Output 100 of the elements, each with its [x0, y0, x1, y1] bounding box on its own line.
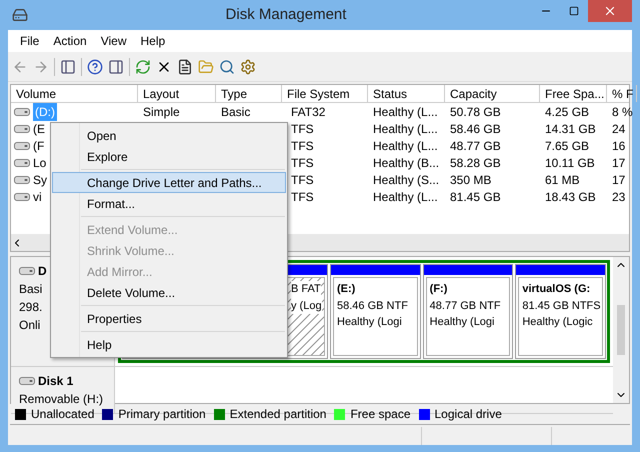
- table-cell-text: Healthy (S...: [373, 172, 440, 188]
- partition-title: (E:): [337, 282, 356, 297]
- drive-icon: [14, 140, 30, 150]
- legend-label: Logical drive: [434, 406, 502, 423]
- partition-detail: y (Log: [291, 298, 322, 314]
- table-cell-text: 4.25 GB: [545, 104, 590, 120]
- table-cell-text: Healthy (B...: [373, 154, 440, 172]
- table-cell-text: 24: [612, 120, 626, 138]
- table-cell-text: Lo: [33, 154, 46, 172]
- table-cell-text: 23: [612, 188, 626, 206]
- disk-name: Disk 1: [38, 373, 74, 390]
- action-pane-icon[interactable]: [108, 58, 124, 74]
- menu-item[interactable]: File: [14, 32, 46, 50]
- table-cell-text: 50.78 GB: [450, 104, 501, 120]
- table-cell: (D:): [33, 102, 57, 120]
- column-header[interactable]: Free Spa...: [540, 85, 607, 102]
- disk-detail: Removable (H:): [19, 391, 104, 408]
- menu-option[interactable]: Properties: [52, 308, 286, 329]
- menu-option[interactable]: Format...: [52, 193, 286, 214]
- table-cell-text: 7.65 GB: [545, 138, 590, 154]
- table-cell-text: Healthy (L...: [373, 104, 438, 120]
- table-cell-text: Simple: [143, 104, 180, 120]
- column-header[interactable]: File System: [282, 85, 368, 102]
- disk-name: D: [38, 263, 47, 280]
- maximize-icon: [569, 6, 579, 16]
- properties-icon[interactable]: [177, 58, 193, 74]
- partition-detail: Healthy (Logi: [337, 314, 402, 330]
- column-header[interactable]: Status: [368, 85, 445, 102]
- window-title: Disk Management: [224, 4, 348, 25]
- disk-detail: Basi: [19, 281, 42, 298]
- partition-detail: B FAT: [291, 281, 321, 298]
- refresh-icon[interactable]: [135, 58, 151, 74]
- drive-icon: [14, 192, 30, 202]
- search-icon[interactable]: [219, 58, 235, 74]
- table-cell-text: TFS: [291, 138, 314, 154]
- table-cell-text: vi: [33, 188, 42, 206]
- column-header[interactable]: Volume: [11, 85, 138, 102]
- table-cell-text: 17: [612, 154, 626, 172]
- partition-block[interactable]: (E:) 58.46 GB NTF Healthy (Logi: [330, 264, 421, 359]
- partition-block[interactable]: (F:) 48.77 GB NTF Healthy (Logi: [422, 264, 514, 359]
- disk-detail: Onli: [19, 317, 40, 334]
- vertical-scrollbar[interactable]: [613, 257, 629, 403]
- drive-icon: [19, 266, 35, 276]
- drive-icon: [14, 106, 30, 116]
- scrollbar-thumb[interactable]: [617, 305, 625, 355]
- table-cell-text: 81.45 GB: [450, 188, 501, 206]
- table-cell-text: 10.11 GB: [545, 154, 595, 172]
- table-cell-text: 350 MB: [450, 172, 492, 188]
- legend-label: Primary partition: [118, 406, 206, 423]
- legend-label: Extended partition: [230, 406, 326, 423]
- table-cell-text: 18.43 GB: [545, 188, 596, 206]
- table-cell-text: 14.31 GB: [545, 120, 596, 138]
- menu-option[interactable]: Explore: [52, 146, 286, 167]
- settings-icon[interactable]: [240, 58, 256, 74]
- table-cell-text: TFS: [291, 154, 314, 172]
- table-cell-text: TFS: [291, 120, 314, 138]
- table-cell-text: (F: [33, 138, 44, 154]
- table-cell-text: (E: [33, 120, 45, 138]
- table-cell-text: 58.46 GB: [450, 120, 501, 138]
- menu-option[interactable]: Help: [52, 334, 286, 355]
- table-cell-text: Healthy (L...: [373, 188, 438, 206]
- column-header[interactable]: % F: [607, 85, 637, 102]
- close-icon: [603, 4, 617, 18]
- table-cell-text: 8 %: [612, 104, 633, 120]
- table-cell-text: 58.28 GB: [450, 154, 501, 172]
- close-button[interactable]: [588, 0, 632, 22]
- column-header[interactable]: Capacity: [445, 85, 540, 102]
- partition-title: virtualOS (G:: [522, 282, 590, 297]
- legend-label: Free space: [350, 406, 410, 423]
- table-cell-text: 17: [612, 172, 626, 188]
- console-tree-icon[interactable]: [60, 58, 76, 74]
- drive-icon: [14, 158, 30, 168]
- table-cell-text: 61 MB: [545, 172, 580, 188]
- drive-icon: [14, 124, 30, 134]
- help-icon[interactable]: [87, 58, 103, 74]
- table-cell-text: TFS: [291, 172, 314, 188]
- table-cell-text: Basic: [221, 104, 250, 120]
- table-cell-text: Healthy (L...: [373, 138, 438, 154]
- menu-item[interactable]: View: [94, 32, 132, 50]
- menu-option[interactable]: Delete Volume...: [52, 282, 286, 303]
- disk-detail: 298.: [19, 299, 42, 316]
- menu-item[interactable]: Action: [47, 32, 93, 50]
- table-cell-text: TFS: [291, 188, 314, 206]
- menu-option[interactable]: Change Drive Letter and Paths...: [52, 172, 286, 193]
- menu-option[interactable]: Open: [52, 125, 286, 146]
- partition-detail: Healthy (Logi: [430, 314, 494, 330]
- table-cell-text: FAT32: [291, 104, 326, 120]
- partition-block[interactable]: virtualOS (G: 81.45 GB NTFS Healthy (Logic: [515, 264, 606, 359]
- table-cell-text: Sy: [33, 172, 48, 188]
- drive-icon: [19, 376, 35, 386]
- menu-item[interactable]: Help: [134, 32, 172, 50]
- table-cell-text: 48.77 GB: [450, 138, 501, 154]
- table-cell-text: 16: [612, 138, 626, 154]
- column-header[interactable]: Type: [216, 85, 282, 102]
- partition-title: (F:): [430, 282, 448, 297]
- drive-icon: [14, 174, 30, 184]
- column-header[interactable]: Layout: [138, 85, 216, 102]
- partition-detail: Healthy (Logic: [522, 314, 593, 330]
- table-cell-text: Healthy (L...: [373, 120, 438, 138]
- legend-label: Unallocated: [31, 406, 94, 423]
